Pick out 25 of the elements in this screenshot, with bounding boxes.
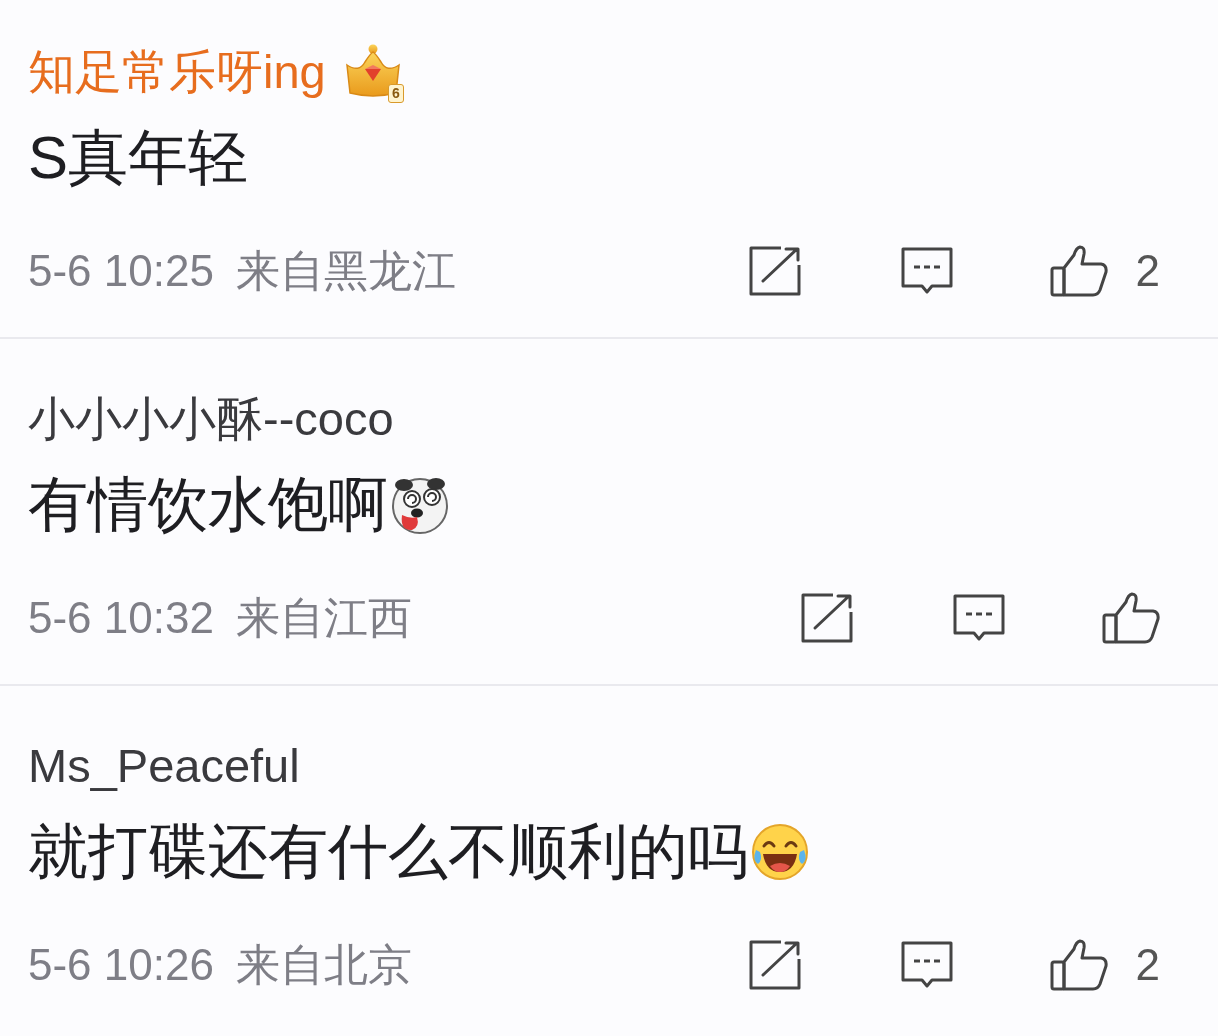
comment-text: S真年轻 <box>28 123 249 193</box>
comment-icon[interactable] <box>899 940 954 990</box>
comment-location: 来自黑龙江 <box>235 245 456 297</box>
share-icon[interactable] <box>747 939 802 991</box>
comment-time: 5-6 10:26 <box>28 939 214 991</box>
share-icon[interactable] <box>747 245 802 297</box>
comment-text: 有情饮水饱啊 <box>28 470 388 540</box>
comment-time: 5-6 10:25 <box>28 245 214 297</box>
comment-text: 就打碟还有什么不顺利的吗 <box>28 817 748 887</box>
comment-location: 来自北京 <box>235 939 412 991</box>
comment-time: 5-6 10:32 <box>28 592 214 644</box>
comment-location: 来自江西 <box>235 592 412 644</box>
thumbs-up-icon[interactable] <box>1049 245 1108 297</box>
panda-emoji-icon <box>390 475 450 535</box>
comment-icon[interactable] <box>952 593 1006 643</box>
vip-level-number: 6 <box>387 84 404 103</box>
laughing-tears-emoji-icon <box>750 822 810 882</box>
like-count: 2 <box>1135 245 1160 297</box>
like-count: 2 <box>1135 939 1160 991</box>
username-link[interactable]: 小小小小酥--coco <box>28 389 394 449</box>
thumbs-up-icon[interactable] <box>1049 939 1108 991</box>
share-icon[interactable] <box>800 592 854 644</box>
comment-icon[interactable] <box>899 246 954 296</box>
username-link[interactable]: Ms_Peaceful <box>28 736 300 796</box>
thumbs-up-icon[interactable] <box>1102 592 1160 644</box>
